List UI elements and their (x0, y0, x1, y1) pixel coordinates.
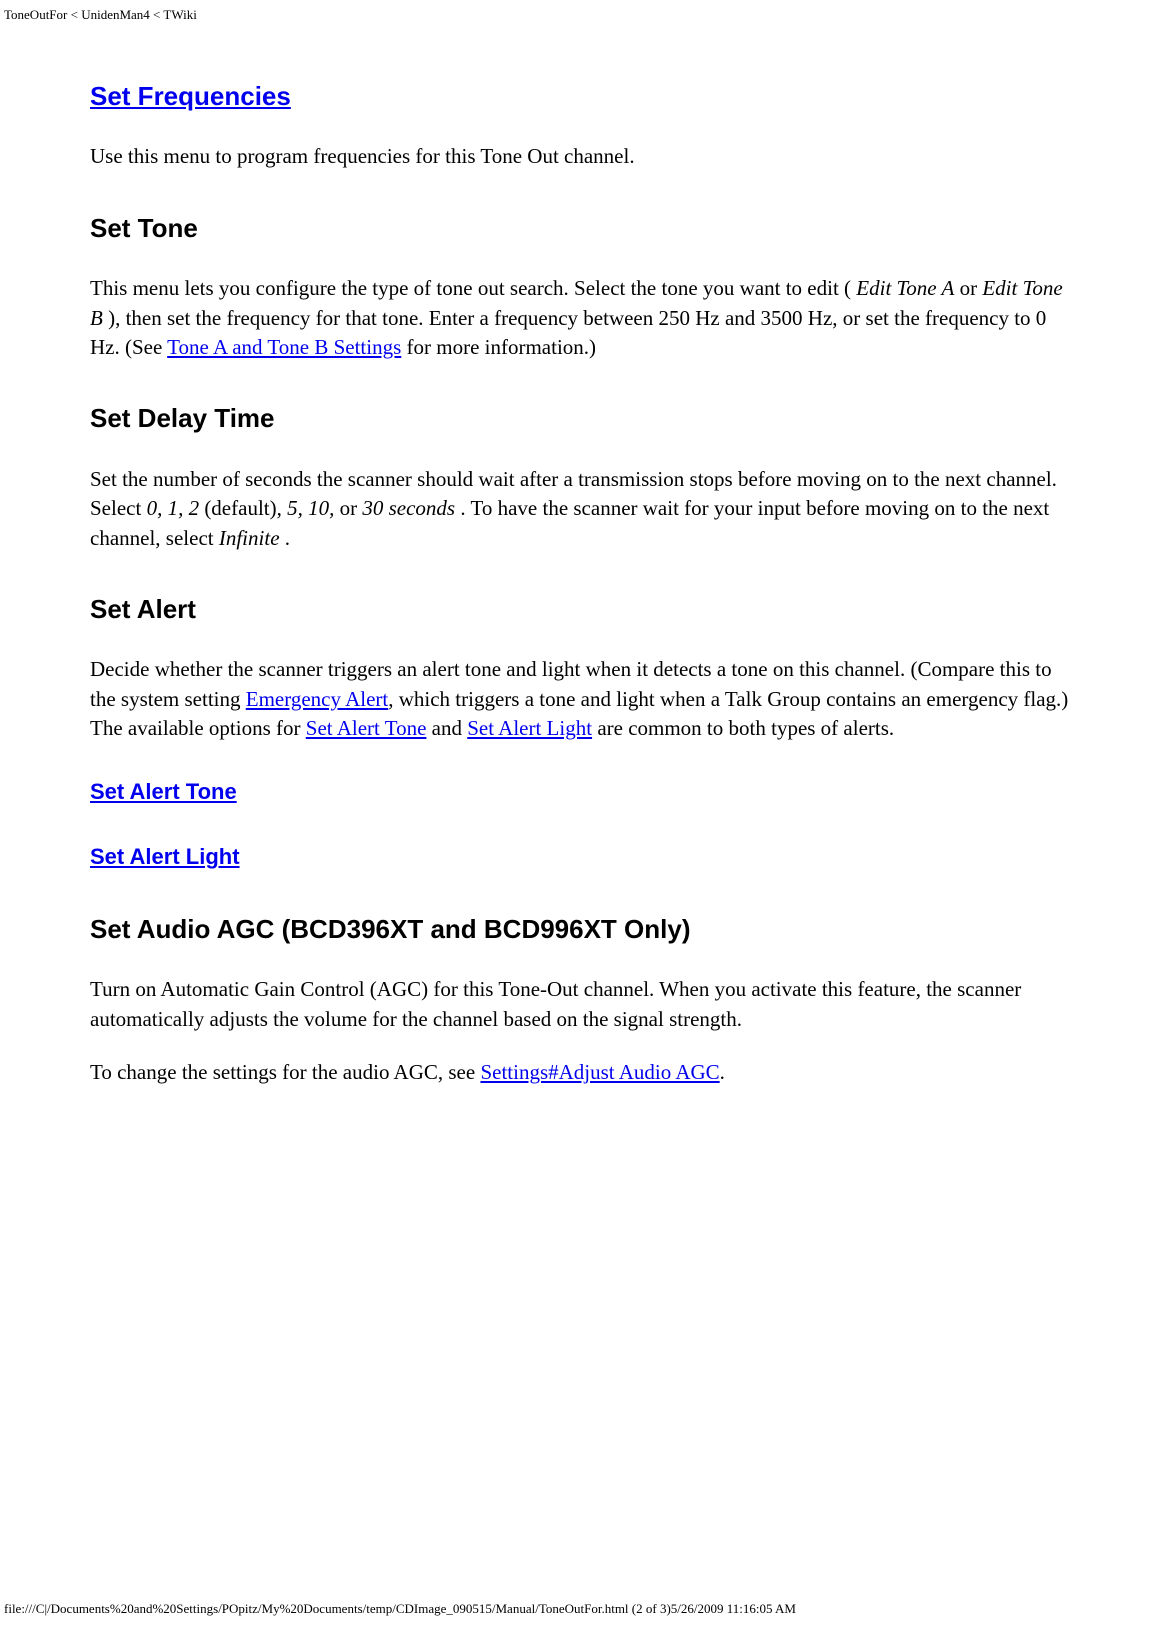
paragraph-set-alert: Decide whether the scanner triggers an a… (90, 655, 1072, 743)
link-settings-adjust-agc[interactable]: Settings#Adjust Audio AGC (480, 1060, 719, 1084)
heading-set-delay-time: Set Delay Time (90, 400, 1072, 436)
link-set-frequencies[interactable]: Set Frequencies (90, 81, 291, 111)
link-set-alert-light-inline[interactable]: Set Alert Light (467, 716, 592, 740)
text: or (334, 496, 362, 520)
link-set-alert-light[interactable]: Set Alert Light (90, 844, 240, 869)
em-delay-infinite: Infinite (219, 526, 280, 550)
em-delay-012: 0, 1, 2 (147, 496, 200, 520)
text: To change the settings for the audio AGC… (90, 1060, 480, 1084)
text: . (280, 526, 291, 550)
content-area: Set Frequencies Use this menu to program… (0, 0, 1162, 1088)
link-tone-ab-settings[interactable]: Tone A and Tone B Settings (167, 335, 401, 359)
em-edit-tone-a: Edit Tone A (856, 276, 954, 300)
em-delay-510: 5, 10, (287, 496, 334, 520)
footer-file-path: file:///C|/Documents%20and%20Settings/PO… (4, 1600, 796, 1618)
header-breadcrumb: ToneOutFor < UnidenMan4 < TWiki (4, 6, 197, 24)
text: or (954, 276, 982, 300)
paragraph-set-frequencies: Use this menu to program frequencies for… (90, 142, 1072, 171)
heading-set-alert-light: Set Alert Light (90, 842, 1072, 873)
paragraph-set-tone: This menu lets you configure the type of… (90, 274, 1072, 362)
text: for more information.) (401, 335, 596, 359)
paragraph-agc-2: To change the settings for the audio AGC… (90, 1058, 1072, 1087)
text: . (720, 1060, 725, 1084)
link-emergency-alert[interactable]: Emergency Alert (246, 687, 388, 711)
heading-set-tone: Set Tone (90, 210, 1072, 246)
heading-set-alert: Set Alert (90, 591, 1072, 627)
text: are common to both types of alerts. (592, 716, 894, 740)
heading-set-alert-tone: Set Alert Tone (90, 777, 1072, 808)
heading-set-audio-agc: Set Audio AGC (BCD396XT and BCD996XT Onl… (90, 911, 1072, 947)
paragraph-set-delay-time: Set the number of seconds the scanner sh… (90, 465, 1072, 553)
text: (default), (199, 496, 287, 520)
text: and (426, 716, 467, 740)
link-set-alert-tone[interactable]: Set Alert Tone (90, 779, 237, 804)
em-delay-30: 30 seconds (362, 496, 455, 520)
page: ToneOutFor < UnidenMan4 < TWiki Set Freq… (0, 0, 1162, 1628)
link-set-alert-tone-inline[interactable]: Set Alert Tone (306, 716, 427, 740)
text: This menu lets you configure the type of… (90, 276, 856, 300)
paragraph-agc-1: Turn on Automatic Gain Control (AGC) for… (90, 975, 1072, 1034)
heading-set-frequencies: Set Frequencies (90, 78, 1072, 114)
